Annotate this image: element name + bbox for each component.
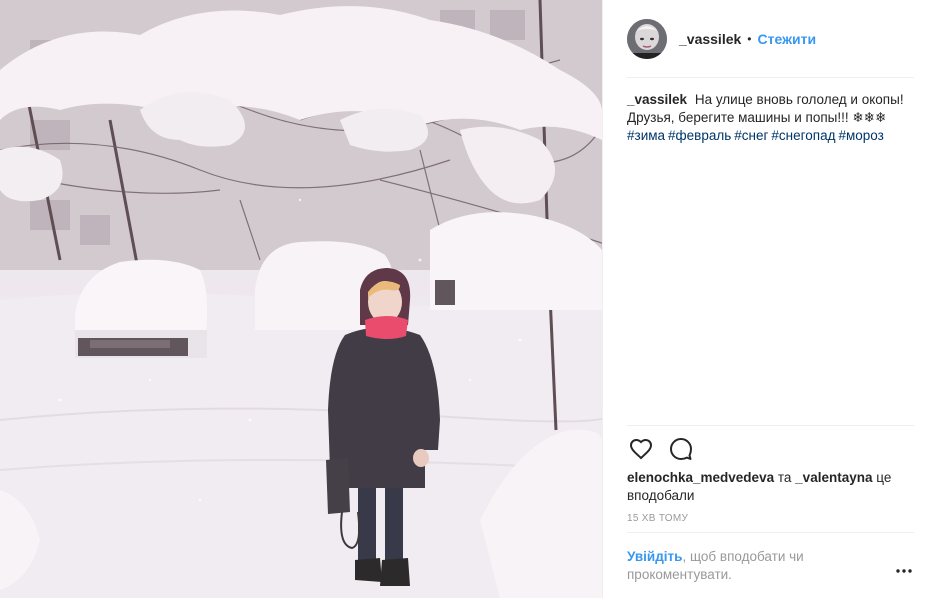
post-photo[interactable] — [0, 0, 602, 598]
divider — [627, 532, 914, 533]
comment-button[interactable] — [667, 435, 695, 463]
hashtag-link[interactable]: #снег — [734, 128, 768, 143]
likes-summary: elenochka_medvedeva та _valentayna це вп… — [627, 469, 917, 505]
post-caption: _vassilek На улице вновь гололед и окопы… — [627, 91, 912, 145]
hashtag-link[interactable]: #мороз — [838, 128, 883, 143]
divider — [627, 425, 914, 426]
login-prompt: Увійдіть, щоб вподобати чи прокоментуват… — [627, 548, 847, 584]
heart-icon — [629, 438, 653, 460]
hashtag-link[interactable]: #февраль — [668, 128, 731, 143]
hashtag-link[interactable]: #зима — [627, 128, 665, 143]
more-options-button[interactable] — [894, 564, 914, 578]
more-options-icon — [896, 569, 912, 573]
comment-icon — [670, 438, 692, 460]
login-link[interactable]: Увійдіть — [627, 549, 682, 564]
post-side-panel: _vassilek • Стежити _vassilek На улице в… — [602, 0, 938, 598]
hashtag-list: #зима #февраль #снег #снегопад #мороз — [627, 127, 912, 145]
follow-button[interactable]: Стежити — [758, 31, 817, 47]
hashtag-link[interactable]: #снегопад — [771, 128, 835, 143]
post-header: _vassilek • Стежити — [627, 18, 914, 60]
liker-link[interactable]: _valentayna — [795, 470, 872, 485]
avatar[interactable] — [627, 19, 667, 59]
divider — [627, 77, 914, 78]
liker-link[interactable]: elenochka_medvedeva — [627, 470, 774, 485]
like-button[interactable] — [627, 435, 655, 463]
caption-author-link[interactable]: _vassilek — [627, 92, 687, 107]
instagram-post: _vassilek • Стежити _vassilek На улице в… — [0, 0, 938, 598]
likes-connector: та — [777, 470, 792, 485]
separator-dot: • — [747, 32, 752, 46]
post-timestamp[interactable]: 15 хв тому — [627, 513, 688, 524]
username-link[interactable]: _vassilek — [679, 31, 741, 47]
action-bar — [627, 435, 707, 463]
snow-scene-image — [0, 0, 602, 598]
